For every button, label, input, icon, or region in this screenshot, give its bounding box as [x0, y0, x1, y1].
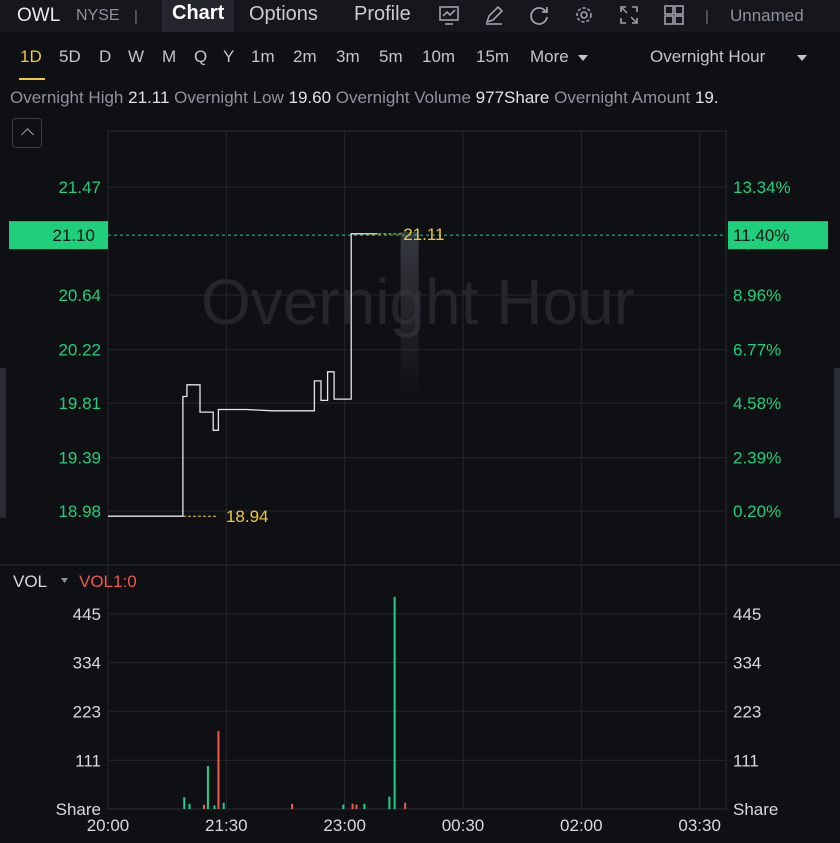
chevron-down-icon[interactable] — [61, 578, 68, 583]
volume-tick-label: 111 — [75, 751, 101, 770]
time-tick-label: 20:00 — [87, 816, 130, 835]
price-tick-label: 20.64 — [58, 286, 101, 305]
volume-bar — [217, 731, 220, 809]
time-tick-label: 03:30 — [678, 816, 721, 835]
time-tick-label: 02:00 — [560, 816, 603, 835]
time-tick-label: 00:30 — [442, 816, 485, 835]
volume-bars — [183, 596, 407, 809]
time-tick-label: 21:30 — [205, 816, 248, 835]
volume-bar — [393, 596, 396, 809]
spike-highlight — [400, 232, 419, 397]
high-marker-label: 21.11 — [403, 225, 444, 244]
volume-tick-label: 223 — [73, 702, 101, 721]
volume-bar — [183, 797, 186, 809]
volume-bar — [202, 804, 205, 809]
low-marker-label: 18.94 — [226, 507, 269, 526]
volume-bar — [388, 796, 391, 809]
volume-bar — [206, 766, 209, 809]
volume-header: VOL VOL1:0 — [13, 572, 137, 591]
percent-tick-label: 0.20% — [733, 502, 781, 521]
volume-bar — [351, 803, 354, 809]
volume-bar — [188, 803, 191, 809]
volume-bar — [213, 805, 216, 809]
volume-tick-label: 445 — [73, 605, 101, 624]
volume-tick-label: 334 — [733, 654, 761, 673]
percent-tick-label: 8.96% — [733, 286, 781, 305]
percent-tick-label: 2.39% — [733, 449, 781, 468]
volume-label[interactable]: VOL — [13, 572, 47, 591]
volume-tick-label: 445 — [733, 605, 761, 624]
volume-unit-label: Share — [733, 800, 778, 819]
time-axis: 20:00 21:30 23:00 00:30 02:00 03:30 — [87, 816, 721, 835]
volume-bar — [355, 804, 358, 809]
volume-indicator[interactable]: VOL1:0 — [79, 572, 137, 591]
volume-bar — [291, 803, 294, 809]
price-tick-label: 21.47 — [58, 178, 101, 197]
volume-tick-label: 111 — [733, 751, 759, 770]
volume-bar — [363, 803, 366, 809]
percent-tick-label: 13.34% — [733, 178, 791, 197]
volume-bar — [342, 804, 345, 809]
volume-tick-label: 334 — [73, 654, 101, 673]
price-tick-label: 18.98 — [58, 502, 101, 521]
price-tick-label: 20.22 — [58, 341, 101, 360]
price-tick-label: 19.39 — [58, 449, 101, 468]
volume-tick-label: 223 — [733, 702, 761, 721]
price-chart[interactable]: Overnight Hour 21.4720.6420.2219.8119.39… — [0, 0, 840, 843]
current-percent-value: 11.40% — [733, 226, 789, 245]
volume-highlight — [400, 232, 419, 397]
volume-bar — [404, 802, 407, 809]
volume-axis: 445 445334 334223 223111 111Share Share — [56, 605, 779, 819]
current-price-value: 21.10 — [52, 226, 95, 245]
time-tick-label: 23:00 — [323, 816, 366, 835]
percent-tick-label: 6.77% — [733, 341, 781, 360]
percent-tick-label: 4.58% — [733, 394, 781, 413]
volume-bar — [222, 802, 225, 809]
price-tick-label: 19.81 — [58, 394, 101, 413]
